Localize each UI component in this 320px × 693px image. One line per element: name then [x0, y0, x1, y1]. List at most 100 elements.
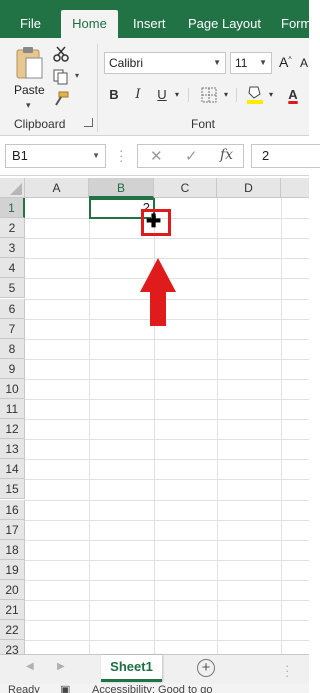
row-header[interactable]: 5: [0, 278, 25, 299]
gridline: [25, 620, 309, 622]
scroll-left-icon[interactable]: ◀: [26, 661, 34, 672]
row-header[interactable]: 10: [0, 378, 25, 399]
sheet-tab-bar: ◀ ▶ Sheet1 + · · ·: [0, 654, 309, 684]
cut-icon[interactable]: [52, 46, 70, 62]
enter-check-icon[interactable]: ✓: [185, 147, 198, 165]
tab-formulas[interactable]: Form: [281, 0, 311, 38]
formula-bar-buttons: ✕ ✓ fx: [137, 144, 244, 168]
borders-dropdown-icon[interactable]: ▾: [221, 85, 231, 105]
font-group-label: Font: [191, 117, 216, 131]
gridline: [25, 338, 309, 340]
gridline: [25, 459, 309, 461]
gridline: [25, 579, 309, 581]
paste-button-label[interactable]: Paste: [14, 83, 45, 97]
row-header[interactable]: 11: [0, 399, 25, 419]
shrink-font-button[interactable]: A: [300, 56, 308, 70]
row-header[interactable]: 16: [0, 499, 25, 520]
macro-record-icon[interactable]: ▣: [60, 684, 70, 693]
gridline: [217, 198, 218, 654]
column-header-b[interactable]: B: [89, 178, 154, 198]
gridline: [25, 559, 309, 561]
row-header[interactable]: 1: [0, 198, 25, 218]
name-box[interactable]: B1 ▼: [5, 144, 106, 168]
column-header-d[interactable]: D: [217, 178, 281, 198]
format-painter-icon[interactable]: [52, 91, 70, 107]
copy-icon[interactable]: [52, 69, 70, 85]
row-header[interactable]: 6: [0, 298, 25, 319]
gridline: [25, 499, 309, 501]
row-header[interactable]: 8: [0, 338, 25, 359]
cancel-icon[interactable]: ✕: [150, 147, 163, 165]
tab-page-layout[interactable]: Page Layout: [188, 0, 261, 38]
row-header[interactable]: 2: [0, 218, 25, 239]
accessibility-status[interactable]: Accessibility: Good to go: [92, 684, 212, 693]
font-name-value: Calibri: [109, 56, 144, 70]
chevron-down-icon: ▼: [213, 58, 221, 67]
row-header[interactable]: 18: [0, 539, 25, 560]
row-header[interactable]: 23: [0, 640, 25, 654]
crosshair-cursor-icon: ✚: [146, 211, 162, 231]
ribbon-divider: [97, 44, 98, 132]
tab-file[interactable]: File: [20, 0, 41, 38]
formula-bar-grip-icon[interactable]: · · ·: [119, 144, 123, 167]
row-header[interactable]: 12: [0, 419, 25, 440]
name-box-value: B1: [12, 148, 28, 163]
bold-button[interactable]: B: [106, 85, 122, 105]
row-header[interactable]: 4: [0, 258, 25, 279]
chevron-down-icon: ▼: [259, 58, 267, 67]
italic-button[interactable]: I: [130, 85, 146, 105]
row-header[interactable]: 3: [0, 238, 25, 259]
worksheet-grid[interactable]: A B C D 1 2 3 4 5 6 7 8 9 10 11 12 13 14 15 16 17 18 19 20 2…: [0, 178, 309, 654]
borders-icon[interactable]: [201, 87, 217, 103]
font-color-button[interactable]: A: [285, 85, 301, 105]
add-sheet-icon[interactable]: +: [197, 659, 215, 677]
row-header[interactable]: 14: [0, 459, 25, 480]
paste-icon[interactable]: [14, 46, 44, 80]
gridline: [281, 198, 282, 654]
row-header[interactable]: 22: [0, 620, 25, 641]
select-all-button[interactable]: [0, 178, 25, 198]
formula-input[interactable]: 2: [251, 144, 320, 168]
copy-dropdown-icon[interactable]: ▾: [75, 71, 79, 80]
clipboard-group-label: Clipboard: [14, 117, 66, 131]
row-header[interactable]: 7: [0, 318, 25, 339]
select-all-triangle-icon: [10, 183, 22, 195]
column-header-a[interactable]: A: [25, 178, 89, 198]
insert-function-icon[interactable]: fx: [220, 147, 233, 163]
tab-splitter-icon[interactable]: · · ·: [285, 659, 289, 682]
font-name-combo[interactable]: Calibri ▼: [104, 52, 226, 74]
underline-button[interactable]: U: [154, 85, 170, 105]
grow-font-icon: A: [279, 54, 289, 70]
fill-color-dropdown-icon[interactable]: ▾: [266, 85, 276, 105]
paste-dropdown-icon[interactable]: ▾: [26, 100, 31, 111]
font-size-combo[interactable]: 11 ▼: [230, 52, 272, 74]
tab-home[interactable]: Home: [61, 10, 118, 38]
gridline: [25, 600, 309, 601]
row-header[interactable]: 20: [0, 579, 25, 600]
clipboard-dialog-launcher-icon[interactable]: [84, 118, 93, 127]
gridline: [25, 378, 309, 380]
grow-font-button[interactable]: A^: [279, 54, 292, 70]
scroll-right-icon[interactable]: ▶: [57, 661, 65, 672]
ribbon-divider: [236, 88, 237, 102]
formula-bar: B1 ▼ · · · ✕ ✓ fx 2: [0, 136, 320, 176]
gridline: [25, 519, 309, 521]
underline-dropdown-icon[interactable]: ▾: [172, 85, 182, 105]
sheet-tab-sheet1[interactable]: Sheet1: [101, 655, 162, 682]
fill-color-icon[interactable]: [246, 84, 264, 104]
column-header-e[interactable]: [281, 178, 309, 198]
column-header-c[interactable]: C: [154, 178, 217, 198]
status-bar: Ready ▣ Accessibility: Good to go: [0, 684, 309, 693]
row-header[interactable]: 19: [0, 559, 25, 580]
gridline: [25, 640, 309, 642]
gridline: [25, 439, 309, 441]
row-header[interactable]: 17: [0, 519, 25, 540]
row-header[interactable]: 13: [0, 439, 25, 460]
row-header[interactable]: 9: [0, 358, 25, 379]
gridline: [25, 399, 309, 400]
row-header[interactable]: 21: [0, 600, 25, 620]
gridline: [25, 479, 309, 481]
ribbon: Paste ▾ ▾ Clipboard Calibri ▼ 11 ▼ A^ A …: [0, 38, 309, 136]
row-header[interactable]: 15: [0, 479, 25, 500]
tab-insert[interactable]: Insert: [133, 0, 166, 38]
